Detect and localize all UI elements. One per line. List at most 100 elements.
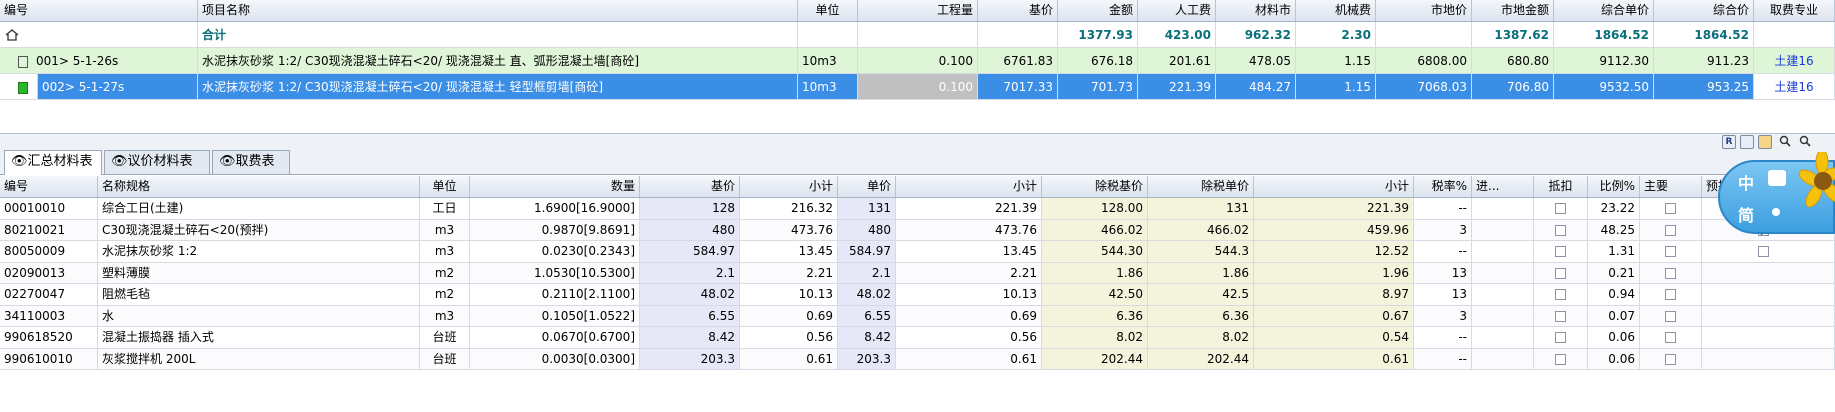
- row-specialty[interactable]: 土建16: [1754, 74, 1835, 100]
- cell-main[interactable]: [1640, 327, 1702, 349]
- cell-qty[interactable]: 0.9870[9.8691]: [470, 219, 640, 241]
- zoom-icon[interactable]: [1798, 135, 1812, 149]
- col-market[interactable]: 市地价: [1376, 0, 1472, 21]
- checkbox[interactable]: [1665, 353, 1676, 365]
- table-row[interactable]: 80210021 C30现浇混凝土碎石<20(预拌) m3 0.9870[9.8691…: [0, 219, 1835, 241]
- row-qty[interactable]: 0.100: [858, 48, 978, 74]
- col-subtotal2[interactable]: 小计: [896, 176, 1042, 197]
- tab-summary-materials[interactable]: 👁汇总材料表: [4, 150, 102, 175]
- col-main[interactable]: 主要: [1640, 176, 1702, 197]
- cell-deduct[interactable]: [1534, 305, 1588, 327]
- cell-main[interactable]: [1640, 284, 1702, 306]
- col-ex-tax-base[interactable]: 除税基价: [1042, 176, 1148, 197]
- floating-assistant-widget[interactable]: 中 简: [1718, 149, 1835, 234]
- col-unit[interactable]: 单位: [798, 0, 858, 21]
- table-row[interactable]: 990610010 灰浆搅拌机 200L 台班 0.0030[0.0300] 203.3…: [0, 348, 1835, 370]
- top-table-row[interactable]: 001> 5-1-26s 水泥抹灰砂浆 1:2/ C30现浇混凝土碎石<20/ …: [0, 48, 1835, 74]
- checkbox[interactable]: [1758, 246, 1769, 257]
- col-qty[interactable]: 数量: [470, 176, 640, 197]
- cell-pre[interactable]: [1702, 241, 1835, 263]
- col-base[interactable]: 基价: [978, 0, 1058, 21]
- cell-main[interactable]: [1640, 219, 1702, 241]
- link-icon[interactable]: [1758, 135, 1772, 149]
- col-labor[interactable]: 人工费: [1138, 0, 1216, 21]
- checkbox[interactable]: [1665, 224, 1676, 236]
- cell-main[interactable]: [1640, 198, 1702, 220]
- table-row[interactable]: 990618520 混凝土振捣器 插入式 台班 0.0670[0.6700] 8.42 0…: [0, 327, 1835, 349]
- cell-main[interactable]: [1640, 262, 1702, 284]
- checkbox[interactable]: [1555, 332, 1566, 343]
- cell-pre[interactable]: [1702, 327, 1835, 349]
- checkbox[interactable]: [1665, 203, 1676, 214]
- checkbox[interactable]: [1665, 332, 1676, 343]
- cell-deduct[interactable]: [1534, 241, 1588, 263]
- cell-deduct[interactable]: [1534, 198, 1588, 220]
- cell-main[interactable]: [1640, 241, 1702, 263]
- cell-qty[interactable]: 0.0670[0.6700]: [470, 327, 640, 349]
- cell-deduct[interactable]: [1534, 327, 1588, 349]
- col-machine[interactable]: 机械费: [1296, 0, 1376, 21]
- cell-qty[interactable]: 0.2110[2.1100]: [470, 284, 640, 306]
- col-unit[interactable]: 单位: [420, 176, 470, 197]
- chart-icon[interactable]: [1740, 135, 1754, 149]
- checkbox[interactable]: [1555, 353, 1566, 365]
- cell-main[interactable]: [1640, 305, 1702, 327]
- col-name[interactable]: 名称规格: [98, 176, 420, 197]
- checkbox[interactable]: [1555, 203, 1566, 214]
- col-unit-price[interactable]: 综合单价: [1554, 0, 1654, 21]
- cell-deduct[interactable]: [1534, 348, 1588, 370]
- cell-qty[interactable]: 1.0530[10.5300]: [470, 262, 640, 284]
- col-base[interactable]: 基价: [640, 176, 740, 197]
- col-material[interactable]: 材料市: [1216, 0, 1296, 21]
- tree-root-icon[interactable]: [0, 22, 198, 48]
- col-input[interactable]: 进...: [1472, 176, 1534, 197]
- table-row[interactable]: 02090013 塑料薄膜 m2 1.0530[10.5300] 2.1 2.21 2.1 2…: [0, 262, 1835, 284]
- checkbox[interactable]: [1555, 246, 1566, 257]
- checkbox[interactable]: [1555, 310, 1566, 322]
- tab-fee-table[interactable]: 👁取费表: [212, 150, 290, 174]
- cell-qty[interactable]: 0.0030[0.0300]: [470, 348, 640, 370]
- search-icon[interactable]: [1778, 135, 1792, 149]
- cell-deduct[interactable]: [1534, 284, 1588, 306]
- cell-qty[interactable]: 0.0230[0.2343]: [470, 241, 640, 263]
- checkbox[interactable]: [1665, 246, 1676, 257]
- tab-negotiated-materials[interactable]: 👁议价材料表: [104, 150, 210, 174]
- cell-pre[interactable]: [1702, 348, 1835, 370]
- col-subtotal[interactable]: 小计: [740, 176, 838, 197]
- cell-qty[interactable]: 1.6900[16.9000]: [470, 198, 640, 220]
- cell-qty[interactable]: 0.1050[1.0522]: [470, 305, 640, 327]
- cell-deduct[interactable]: [1534, 262, 1588, 284]
- col-ex-tax-unit[interactable]: 除税单价: [1148, 176, 1254, 197]
- row-qty[interactable]: 0.100: [858, 74, 978, 100]
- row-specialty[interactable]: 土建16: [1754, 48, 1835, 74]
- col-specialty[interactable]: 取费专业: [1754, 0, 1835, 21]
- checkbox[interactable]: [1665, 289, 1676, 300]
- checkbox[interactable]: [1555, 289, 1566, 300]
- checkbox[interactable]: [1665, 267, 1676, 279]
- splitter[interactable]: R: [0, 134, 1835, 150]
- col-total-price[interactable]: 综合价: [1654, 0, 1754, 21]
- col-code[interactable]: 编号: [0, 176, 98, 197]
- col-market-amount[interactable]: 市地金额: [1472, 0, 1554, 21]
- checkbox[interactable]: [1665, 310, 1676, 322]
- col-unit-price[interactable]: 单价: [838, 176, 896, 197]
- checkbox[interactable]: [1555, 224, 1566, 236]
- col-code[interactable]: 编号: [0, 0, 198, 21]
- top-table-row-selected[interactable]: 002> 5-1-27s 水泥抹灰砂浆 1:2/ C30现浇混凝土碎石<20/ …: [0, 74, 1835, 100]
- table-row[interactable]: 34110003 水 m3 0.1050[1.0522] 6.55 0.69 6.55 0.6…: [0, 305, 1835, 327]
- cell-pre[interactable]: [1702, 305, 1835, 327]
- table-row[interactable]: 00010010 综合工日(土建) 工日 1.6900[16.9000] 128 216.…: [0, 198, 1835, 220]
- table-row[interactable]: 02270047 阻燃毛毡 m2 0.2110[2.1100] 48.02 10.13 48…: [0, 284, 1835, 306]
- col-ratio[interactable]: 比例%: [1588, 176, 1640, 197]
- col-amount[interactable]: 金额: [1058, 0, 1138, 21]
- cell-main[interactable]: [1640, 348, 1702, 370]
- cell-pre[interactable]: [1702, 262, 1835, 284]
- r-icon[interactable]: R: [1722, 135, 1736, 149]
- cell-deduct[interactable]: [1534, 219, 1588, 241]
- table-row[interactable]: 80050009 水泥抹灰砂浆 1:2 m3 0.0230[0.2343] 584.97…: [0, 241, 1835, 263]
- col-qty[interactable]: 工程量: [858, 0, 978, 21]
- col-subtotal3[interactable]: 小计: [1254, 176, 1414, 197]
- cell-pre[interactable]: [1702, 284, 1835, 306]
- col-name[interactable]: 项目名称: [198, 0, 798, 21]
- total-row[interactable]: 合计 1377.93 423.00 962.32 2.30 1387.62 18…: [0, 22, 1835, 48]
